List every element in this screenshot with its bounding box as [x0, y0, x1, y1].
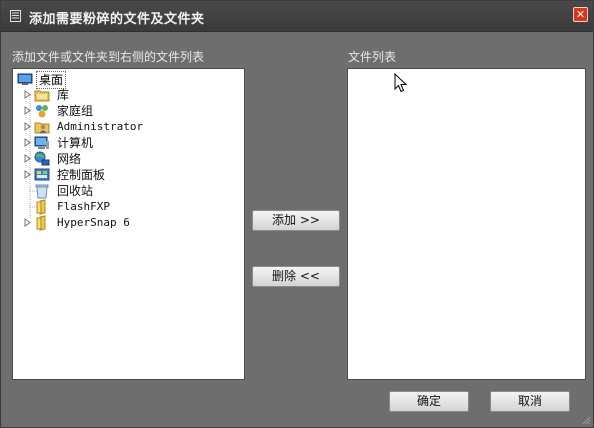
app-icon: [10, 10, 21, 22]
window-title: 添加需要粉碎的文件及文件夹: [29, 12, 205, 27]
tree-node-hypersnap[interactable]: HyperSnap 6: [23, 215, 233, 231]
tree-node-control-panel[interactable]: 控制面板: [23, 167, 233, 183]
tree-node-label: 库: [57, 88, 70, 102]
folder-icon: [36, 215, 46, 231]
folder-tree[interactable]: 桌面 库 家庭组 Administrator 计算机 网络 控制面板 回收站 F…: [12, 68, 245, 380]
tree-panel-label: 添加文件或文件夹到右侧的文件列表: [12, 50, 205, 64]
tree-node-label: 计算机: [57, 136, 94, 150]
control-panel-icon: [34, 168, 50, 181]
tree-node-desktop[interactable]: 桌面: [17, 71, 237, 89]
file-list[interactable]: [347, 68, 586, 380]
tree-node-library[interactable]: 库: [23, 87, 233, 103]
tree-node-flashfxp[interactable]: FlashFXP: [23, 199, 233, 215]
homegroup-icon: [36, 105, 48, 118]
expand-arrow-icon[interactable]: [23, 122, 32, 131]
expand-arrow-icon[interactable]: [23, 154, 32, 163]
tree-node-label: 家庭组: [57, 104, 94, 118]
expand-arrow-icon[interactable]: [23, 106, 32, 115]
computer-icon: [34, 136, 49, 149]
cancel-button[interactable]: 取消: [490, 391, 570, 412]
tree-node-network[interactable]: 网络: [23, 151, 233, 167]
expand-arrow-icon[interactable]: [23, 90, 32, 99]
tree-node-label: 网络: [57, 152, 82, 166]
folder-icon: [36, 199, 46, 215]
desktop-icon: [17, 73, 33, 85]
dialog-window: 添加需要粉碎的文件及文件夹 ✕ 添加文件或文件夹到右侧的文件列表 文件列表 桌面: [0, 0, 594, 428]
delete-button[interactable]: 删除 <<: [252, 266, 340, 287]
mouse-cursor-icon: [394, 73, 408, 93]
close-button[interactable]: ✕: [573, 7, 588, 22]
resize-grip-icon[interactable]: [581, 415, 591, 425]
tree-node-label: FlashFXP: [57, 200, 110, 213]
title-bar[interactable]: 添加需要粉碎的文件及文件夹 ✕: [1, 1, 593, 32]
tree-node-label: 控制面板: [57, 168, 106, 182]
close-icon: ✕: [575, 8, 586, 21]
file-list-label: 文件列表: [348, 50, 397, 64]
tree-node-label: 回收站: [57, 184, 94, 198]
expand-arrow-icon[interactable]: [23, 170, 32, 179]
network-icon: [34, 151, 50, 166]
add-button[interactable]: 添加 >>: [252, 210, 340, 231]
recycle-bin-icon: [35, 184, 49, 199]
library-icon: [34, 90, 50, 102]
tree-node-label: HyperSnap 6: [57, 216, 130, 229]
tree-node-computer[interactable]: 计算机: [23, 135, 233, 151]
tree-node-recycle-bin[interactable]: 回收站: [23, 183, 233, 199]
tree-node-homegroup[interactable]: 家庭组: [23, 103, 233, 119]
tree-node-administrator[interactable]: Administrator: [23, 119, 233, 135]
user-icon: [34, 122, 50, 134]
expand-arrow-icon[interactable]: [23, 218, 32, 227]
expand-arrow-icon[interactable]: [23, 138, 32, 147]
tree-node-label: Administrator: [57, 120, 144, 133]
ok-button[interactable]: 确定: [389, 391, 469, 412]
